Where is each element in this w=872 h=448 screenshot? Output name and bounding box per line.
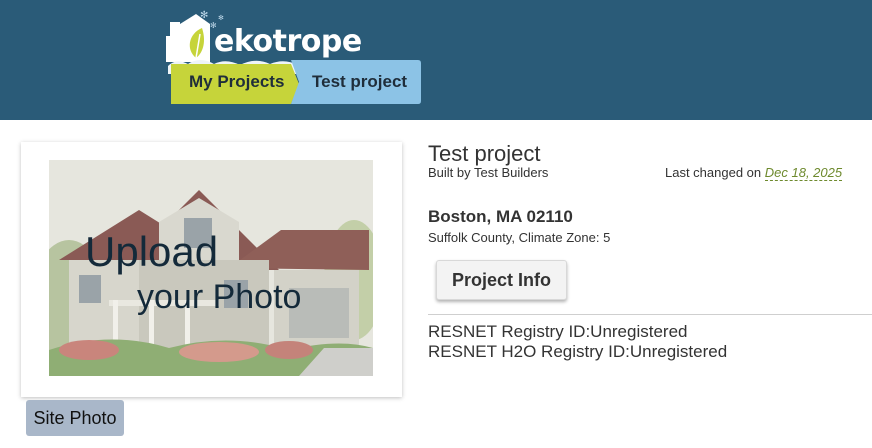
last-changed: Last changed on Dec 18, 2025 xyxy=(665,165,843,181)
breadcrumb-my-projects[interactable]: My Projects xyxy=(171,60,301,104)
county-climate-zone: Suffolk County, Climate Zone: 5 xyxy=(428,230,611,245)
project-location: Boston, MA 02110 xyxy=(428,207,573,226)
svg-text:✻: ✻ xyxy=(200,10,208,21)
upload-photo-text-line1: Upload xyxy=(85,228,219,275)
upload-photo-placeholder[interactable]: Upload your Photo xyxy=(49,160,373,376)
upload-photo-text-line2: your Photo xyxy=(137,278,302,316)
project-info-button[interactable]: Project Info xyxy=(436,260,567,300)
resnet-h2o-registry-id: RESNET H2O Registry ID:Unregistered xyxy=(428,342,728,361)
photo-card: Upload your Photo xyxy=(21,142,402,397)
svg-text:✻: ✻ xyxy=(218,14,224,22)
resnet-registry-id: RESNET Registry ID:Unregistered xyxy=(428,322,688,341)
project-title: Test project xyxy=(428,141,541,166)
app-header: ✻ ✻ ✻ ekotrope My Projects Test project xyxy=(0,0,872,120)
breadcrumb-test-project-label: Test project xyxy=(312,72,408,91)
built-by-text: Built by Test Builders xyxy=(428,165,549,180)
divider xyxy=(428,314,872,315)
breadcrumb-test-project[interactable]: Test project xyxy=(291,60,421,104)
logo-text: ekotrope xyxy=(214,24,362,59)
last-changed-label: Last changed on xyxy=(665,165,762,180)
last-changed-date[interactable]: Dec 18, 2025 xyxy=(764,165,843,181)
site-photo-button[interactable]: Site Photo xyxy=(26,400,124,436)
breadcrumb-my-projects-label: My Projects xyxy=(189,72,285,91)
